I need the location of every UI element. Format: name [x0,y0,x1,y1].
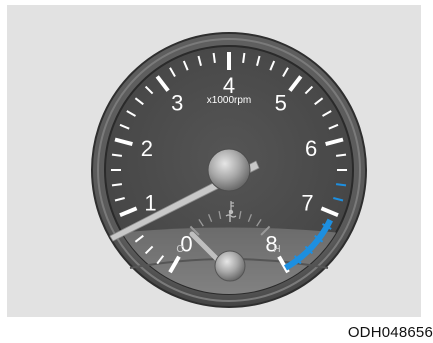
temperature-needle-hub [214,250,246,282]
minor-tick [212,52,216,64]
rpm-needle-hub [207,148,251,192]
scale-label: 3 [171,91,183,116]
tachometer-figure: 012345678 x1000rpm C H [7,5,421,317]
hot-label: H [273,244,280,255]
minor-tick [335,183,347,187]
minor-tick [111,153,123,157]
scale-label: 1 [144,191,156,216]
scale-label: 2 [141,136,153,161]
scale-label: 6 [305,136,317,161]
minor-tick [111,183,123,187]
unit-label: x1000rpm [207,95,251,106]
figure-code: ODH048656 [347,324,433,341]
scale-label: 7 [301,191,313,216]
scale-label: 5 [275,91,287,116]
minor-tick [335,153,347,157]
minor-tick [242,52,246,64]
cold-label: C [176,244,183,255]
